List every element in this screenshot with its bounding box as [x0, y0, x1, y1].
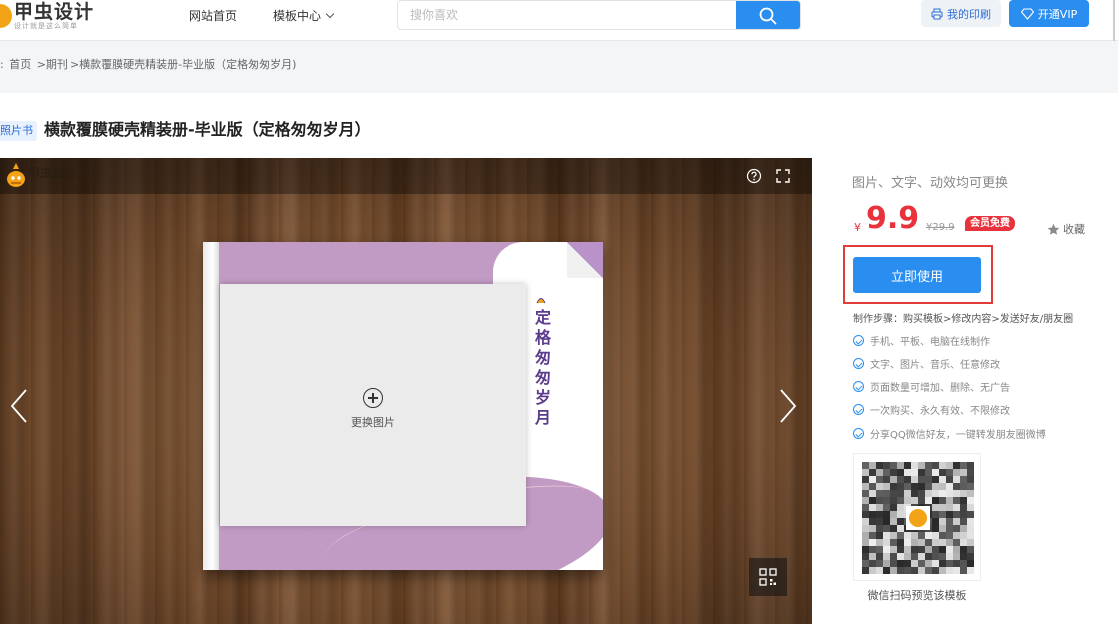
open-vip-label: 开通VIP: [1037, 7, 1078, 21]
search-input[interactable]: [398, 1, 738, 29]
check-circle-icon: [853, 428, 864, 439]
qr-code-icon: [759, 568, 777, 586]
printer-icon: [931, 8, 943, 19]
title-ornament-icon: [536, 298, 546, 304]
breadcrumb-home[interactable]: 首页: [9, 58, 31, 71]
my-print-label: 我的印刷: [947, 7, 991, 21]
fullscreen-icon[interactable]: [775, 168, 791, 184]
search-icon: [759, 7, 777, 25]
top-navigation-bar: 甲虫设计 设计就是这么简单 网站首页 模板中心 我的印刷 开通VIP: [0, 0, 1118, 41]
making-steps: 制作步骤：购买模板>修改内容>发送好友/朋友圈: [853, 314, 1074, 325]
logo-text: 甲虫设计: [14, 1, 95, 23]
feature-item: 页面数量可增加、删除、无广告: [853, 379, 1010, 394]
feature-text: 一次购买、永久有效、不限修改: [870, 406, 1010, 417]
feature-item: 分享QQ微信好友，一键转发朋友圈微博: [853, 426, 1046, 441]
vip-free-badge: 会员免费: [965, 216, 1015, 231]
search-box: [397, 0, 801, 30]
page-curl-corner[interactable]: [567, 242, 603, 278]
check-circle-icon: [853, 335, 864, 346]
breadcrumb-current: >横款覆膜硬壳精装册-毕业版（定格匆匆岁月): [69, 58, 297, 71]
nav-home[interactable]: 网站首页: [189, 8, 237, 24]
feature-text: 文字、图片、音乐、任意修改: [870, 360, 1000, 371]
photo-book-cover: 定格匆匆岁月 更换图片: [203, 242, 603, 570]
use-now-button[interactable]: 立即使用: [853, 257, 981, 293]
breadcrumb-journal[interactable]: >期刊: [37, 58, 68, 71]
diamond-icon: [1020, 7, 1034, 20]
wechat-qr-code: [853, 453, 981, 581]
site-logo[interactable]: 甲虫设计 设计就是这么简单: [0, 2, 94, 30]
feature-text: 页面数量可增加、删除、无广告: [870, 383, 1010, 394]
template-preview: 甲虫设计 定格匆匆岁月 更换图片: [0, 158, 812, 624]
product-detail-panel: 照片书 横款覆膜硬壳精装册-毕业版（定格匆匆岁月） 甲虫设计 定格匆匆岁月 更换…: [0, 93, 1118, 624]
logo-slogan: 设计就是这么简单: [14, 22, 78, 30]
add-photo-icon: [363, 388, 383, 408]
favorite-button[interactable]: 收藏: [1047, 221, 1085, 237]
breadcrumb: : 首页 >期刊 >横款覆膜硬壳精装册-毕业版（定格匆匆岁月): [0, 58, 298, 72]
feature-text: 分享QQ微信好友，一键转发朋友圈微博: [870, 430, 1046, 441]
search-button[interactable]: [736, 1, 800, 29]
feature-item: 手机、平板、电脑在线制作: [853, 333, 990, 348]
logo-text-group: 甲虫设计 设计就是这么简单: [14, 2, 94, 30]
nav-template-center[interactable]: 模板中心: [273, 8, 335, 24]
logo-mark-icon: [0, 4, 12, 28]
next-page-arrow-icon[interactable]: [777, 388, 799, 424]
qr-code-image: [862, 462, 974, 574]
my-print-button[interactable]: 我的印刷: [921, 0, 1001, 27]
book-spine: [203, 242, 219, 570]
feature-item: 一次购买、永久有效、不限修改: [853, 402, 1010, 417]
original-price: ¥29.9: [926, 222, 955, 233]
cover-title-vertical: 定格匆匆岁月: [534, 308, 551, 427]
open-vip-button[interactable]: 开通VIP: [1009, 0, 1089, 27]
help-icon[interactable]: [746, 168, 762, 184]
breadcrumb-prefix: :: [0, 58, 4, 71]
feature-item: 文字、图片、音乐、任意修改: [853, 356, 1000, 371]
scroll-edge: [1113, 0, 1115, 41]
brand-logo-icon: [7, 163, 25, 187]
nav-template-center-label: 模板中心: [273, 9, 322, 23]
feature-text: 手机、平板、电脑在线制作: [870, 337, 990, 348]
replace-image-label: 更换图片: [351, 416, 395, 429]
qr-caption: 微信扫码预览该模板: [867, 589, 967, 602]
preview-brand-text: 甲虫设计: [28, 166, 77, 180]
chevron-down-icon: [325, 9, 335, 19]
check-circle-icon: [853, 404, 864, 415]
favorite-label: 收藏: [1063, 223, 1085, 236]
star-icon: [1047, 223, 1060, 235]
page-title: 横款覆膜硬壳精装册-毕业版（定格匆匆岁月）: [44, 120, 371, 139]
prev-page-arrow-icon[interactable]: [8, 388, 30, 424]
tagline: 图片、文字、动效均可更换: [852, 176, 1009, 191]
preview-toolbar: [0, 158, 812, 194]
check-circle-icon: [853, 381, 864, 392]
preview-qr-button[interactable]: [749, 558, 787, 596]
replaceable-photo-slot[interactable]: 更换图片: [220, 284, 526, 526]
check-circle-icon: [853, 358, 864, 369]
price-currency: ¥: [854, 221, 861, 234]
category-tag: 照片书: [0, 121, 37, 141]
price: 9.9: [866, 201, 920, 236]
